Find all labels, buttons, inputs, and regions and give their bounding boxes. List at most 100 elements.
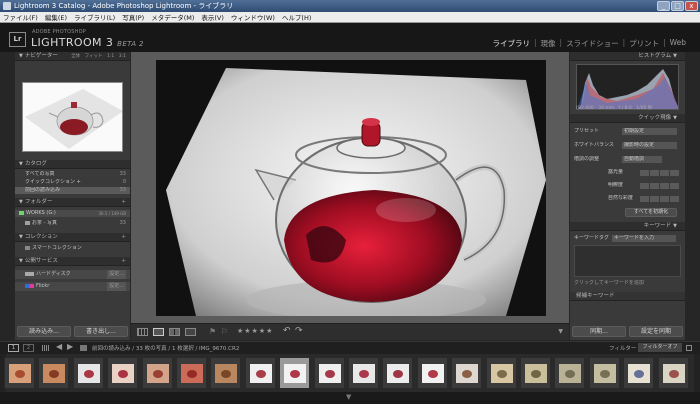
filmstrip-cell[interactable]: [382, 357, 414, 389]
navigator-preview[interactable]: [22, 82, 123, 152]
filmstrip-cell[interactable]: [485, 357, 517, 389]
collection-item[interactable]: スマートコレクション: [15, 245, 130, 252]
sync-settings-button[interactable]: 設定を同期: [629, 326, 683, 337]
filmstrip-cell[interactable]: [210, 357, 242, 389]
adjust-buttons[interactable]: [640, 182, 680, 189]
preset-dropdown[interactable]: 初期設定: [622, 128, 677, 135]
back-arrow-icon[interactable]: ◀: [56, 342, 62, 351]
module-print[interactable]: プリント: [627, 38, 661, 49]
folder-row[interactable]: お茶 - 写真 33: [15, 220, 130, 227]
add-icon[interactable]: +: [121, 233, 126, 241]
catalog-item[interactable]: クイックコレクション + 0: [15, 179, 130, 186]
filmstrip-cell[interactable]: [313, 357, 345, 389]
filmstrip-path[interactable]: 前回の読み込み / 33 枚の写真 / 1 枚選択 / IMG_9670.CR2: [92, 344, 239, 352]
white-balance-dropdown[interactable]: 撮影時の設定: [622, 142, 677, 149]
module-library[interactable]: ライブラリ: [491, 38, 533, 49]
menu-edit[interactable]: 編集(E): [45, 12, 67, 22]
filmstrip-cell[interactable]: [4, 357, 35, 389]
histogram-header[interactable]: ヒストグラム ▼: [570, 52, 685, 61]
filmstrip-scroll-right[interactable]: [694, 354, 700, 392]
sync-button[interactable]: 同期...: [572, 326, 626, 337]
reject-flag-icon[interactable]: ⚐: [221, 327, 228, 336]
reset-all-button[interactable]: すべてを初期化: [625, 208, 677, 217]
filmstrip-cell[interactable]: [348, 357, 379, 389]
menu-file[interactable]: ファイル(F): [3, 12, 38, 22]
filmstrip-cell[interactable]: [72, 357, 104, 389]
add-icon[interactable]: +: [121, 257, 126, 265]
export-button[interactable]: 書き出し...: [74, 326, 128, 337]
navigator-zoom-modes[interactable]: 全体 フィット 1:1 3:1: [71, 52, 126, 60]
secondary-window-2[interactable]: 2: [23, 344, 34, 352]
filmstrip-cell[interactable]: [554, 357, 586, 389]
loupe-view-icon[interactable]: [153, 328, 164, 336]
import-button[interactable]: 読み込み...: [17, 326, 71, 337]
publish-item[interactable]: ハードディスク 設定...: [15, 270, 130, 279]
keyword-text-area[interactable]: [574, 245, 681, 277]
filmstrip-cell[interactable]: [520, 357, 551, 389]
filmstrip-cell[interactable]: [38, 357, 70, 389]
left-edge-toggle[interactable]: [4, 52, 14, 340]
module-slideshow[interactable]: スライドショー: [564, 38, 621, 49]
star-rating[interactable]: ★★★★★: [237, 327, 273, 335]
filmstrip-cell[interactable]: [279, 357, 311, 389]
filter-lock-icon[interactable]: [686, 345, 692, 351]
filmstrip-toggle-icon[interactable]: ▼: [346, 393, 351, 401]
keyword-tags-row[interactable]: キーワードタグ キーワードを入力: [570, 235, 685, 242]
keywording-header[interactable]: キーワード ▼: [570, 222, 685, 231]
menu-photo[interactable]: 写真(P): [122, 12, 144, 22]
module-develop[interactable]: 現像: [539, 38, 558, 49]
publish-setup-button[interactable]: 設定...: [107, 270, 126, 279]
right-edge-toggle[interactable]: [688, 52, 698, 340]
tone-row[interactable]: 階調の調整 自動階調: [570, 156, 685, 163]
filmstrip-cell[interactable]: [107, 357, 139, 389]
adjust-buttons[interactable]: [640, 195, 680, 202]
secondary-window-1[interactable]: 1: [8, 344, 19, 352]
flag-icon[interactable]: ⚑: [209, 327, 216, 336]
add-icon[interactable]: +: [121, 198, 126, 206]
collections-header[interactable]: ▼ コレクション +: [15, 233, 130, 242]
keyword-tags-dropdown[interactable]: キーワードを入力: [612, 235, 676, 242]
publish-setup-button[interactable]: 設定...: [107, 282, 126, 291]
catalog-item[interactable]: 前回の読み込み 33: [15, 187, 130, 194]
white-balance-row[interactable]: ホワイトバランス 撮影時の設定: [570, 142, 685, 149]
keyword-suggestions-header[interactable]: 候補キーワード: [570, 292, 685, 301]
drive-row[interactable]: WORKS (G:) 36.5 / 149 GB: [15, 210, 130, 217]
rotate-left-icon[interactable]: ↶: [283, 326, 291, 336]
filmstrip-cell[interactable]: [451, 357, 483, 389]
navigator-header[interactable]: ▼ ナビゲーター 全体 フィット 1:1 3:1: [15, 52, 130, 61]
menu-view[interactable]: 表示(V): [201, 12, 224, 22]
compare-view-icon[interactable]: [169, 328, 180, 336]
filmstrip-cell[interactable]: [416, 357, 448, 389]
filmstrip-cell[interactable]: [141, 357, 173, 389]
filmstrip-cell[interactable]: [244, 357, 276, 389]
publish-header[interactable]: ▼ 公開サービス +: [15, 257, 130, 266]
menu-help[interactable]: ヘルプ(H): [282, 12, 311, 22]
histogram[interactable]: [576, 64, 679, 110]
catalog-item[interactable]: すべての写真 33: [15, 171, 130, 178]
catalog-header[interactable]: ▼ カタログ: [15, 160, 130, 169]
filter-dropdown[interactable]: フィルターオフ: [638, 343, 682, 352]
toolbar-menu-icon[interactable]: ▼: [558, 328, 563, 335]
minimize-button[interactable]: _: [657, 1, 670, 11]
menu-metadata[interactable]: メタデータ(M): [151, 12, 194, 22]
maximize-button[interactable]: □: [671, 1, 684, 11]
menu-library[interactable]: ライブラリ(L): [74, 12, 115, 22]
grid-icon[interactable]: [42, 345, 49, 351]
rotate-right-icon[interactable]: ↷: [295, 326, 303, 336]
filmstrip-cell[interactable]: [623, 357, 655, 389]
grid-view-icon[interactable]: [137, 328, 148, 336]
folders-header[interactable]: ▼ フォルダー +: [15, 198, 130, 207]
adjust-buttons[interactable]: [640, 169, 680, 176]
menu-window[interactable]: ウィンドウ(W): [231, 12, 275, 22]
preset-row[interactable]: プリセット 初期設定: [570, 128, 685, 135]
auto-tone-button[interactable]: 自動階調: [622, 156, 662, 163]
module-web[interactable]: Web: [668, 38, 688, 49]
main-photo[interactable]: [156, 60, 546, 316]
survey-view-icon[interactable]: [185, 328, 196, 336]
forward-arrow-icon[interactable]: ▶: [67, 342, 73, 351]
close-button[interactable]: x: [685, 1, 698, 11]
filmstrip-cell[interactable]: [588, 357, 620, 389]
filmstrip-cell[interactable]: [657, 357, 689, 389]
quick-develop-header[interactable]: クイック現像 ▼: [570, 114, 685, 123]
filmstrip-cell[interactable]: [176, 357, 207, 389]
